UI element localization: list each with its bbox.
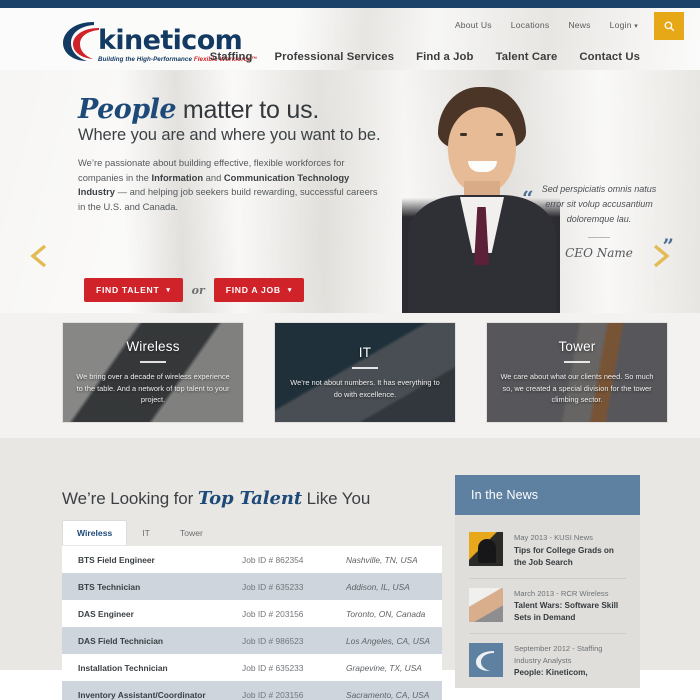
util-nav-locations[interactable]: Locations [511, 20, 550, 30]
news-meta: May 2013 - KUSI News [514, 533, 593, 542]
hero-person-photo [402, 73, 560, 313]
job-title: Installation Technician [78, 662, 168, 673]
site-header: kineticom Building the High-Performance … [0, 8, 700, 70]
testimonial-text: Sed perspiciatis omnis natus error sit v… [541, 184, 657, 224]
news-title[interactable]: Tips for College Grads on the Job Search [514, 545, 626, 569]
carousel-prev-arrow-icon[interactable] [28, 242, 50, 270]
job-location: Addison, IL, USA [346, 581, 410, 592]
find-a-job-button[interactable]: FIND A JOB ▾ [213, 278, 305, 302]
service-card-it[interactable]: IT We’re not about numbers. It has every… [274, 322, 456, 423]
tab-it[interactable]: IT [127, 520, 165, 545]
job-listing-table: BTS Field Engineer Job ID # 862354 Nashv… [62, 546, 442, 700]
job-id: Job ID # 203156 [242, 608, 304, 619]
table-row[interactable]: BTS Technician Job ID # 635233 Addison, … [62, 573, 442, 600]
service-card-divider [140, 361, 166, 364]
tab-tower[interactable]: Tower [165, 520, 218, 545]
carousel-next-arrow-icon[interactable] [650, 242, 672, 270]
chevron-down-icon: ▾ [634, 23, 638, 30]
util-nav-login[interactable]: Login ▾ [610, 20, 638, 30]
service-card-description: We care about what our clients need. So … [500, 372, 654, 405]
nav-professional-services[interactable]: Professional Services [275, 51, 395, 63]
service-card-title: IT [358, 345, 372, 360]
job-id: Job ID # 635233 [242, 581, 304, 592]
job-id: Job ID # 203156 [242, 689, 304, 700]
job-location: Grapevine, TX, USA [346, 662, 422, 673]
hero-subtitle: Where you are and where you want to be. [78, 126, 381, 144]
list-item[interactable]: September 2012 - Staffing Industry Analy… [469, 633, 626, 688]
testimonial-author: CEO Name [565, 246, 633, 260]
table-row[interactable]: Installation Technician Job ID # 635233 … [62, 654, 442, 681]
testimonial-divider [588, 237, 610, 238]
tab-wireless[interactable]: Wireless [62, 520, 128, 545]
hero-testimonial: “ ” Sed perspiciatis omnis natus error s… [522, 182, 674, 260]
job-title: BTS Field Engineer [78, 554, 155, 565]
hero-button-row: FIND TALENT ▾ or FIND A JOB ▾ [84, 278, 305, 302]
service-card-divider [564, 361, 590, 364]
job-title: DAS Engineer [78, 608, 134, 619]
util-nav-about-us[interactable]: About Us [455, 20, 492, 30]
job-title: Inventory Assistant/Coordinator [78, 689, 206, 700]
quote-open-icon: “ [522, 186, 534, 210]
search-icon [664, 21, 674, 31]
main-nav: Staffing Professional Services Find a Jo… [210, 51, 640, 63]
in-the-news-widget: In the News May 2013 - KUSI News Tips fo… [455, 475, 640, 688]
news-widget-heading: In the News [455, 475, 640, 515]
job-title: DAS Field Technician [78, 635, 164, 646]
kineticom-logo-thumbnail [469, 643, 503, 677]
table-row[interactable]: DAS Field Technician Job ID # 986523 Los… [62, 627, 442, 654]
job-location: Sacramento, CA, USA [346, 689, 430, 700]
utility-nav: About Us Locations News Login ▾ [455, 20, 638, 30]
graduate-silhouette-thumbnail [469, 532, 503, 566]
hero-title: People matter to us. [78, 94, 320, 125]
table-row[interactable]: BTS Field Engineer Job ID # 862354 Nashv… [62, 546, 442, 573]
find-talent-button[interactable]: FIND TALENT ▾ [84, 278, 183, 302]
job-title: BTS Technician [78, 581, 141, 592]
service-card-description: We’re not about numbers. It has everythi… [290, 378, 440, 399]
job-location: Toronto, ON, Canada [346, 608, 426, 619]
job-location: Los Angeles, CA, USA [346, 635, 430, 646]
news-meta: March 2013 - RCR Wireless [514, 588, 609, 598]
service-card-divider [352, 367, 378, 369]
news-title[interactable]: Talent Wars: Software Skill Sets in Dema… [514, 600, 626, 624]
kineticom-swoosh-icon [476, 651, 494, 671]
service-card-title: Wireless [126, 339, 180, 355]
nav-staffing[interactable]: Staffing [210, 51, 253, 63]
service-cards-section: Wireless We bring over a decade of wirel… [0, 313, 700, 438]
nav-contact-us[interactable]: Contact Us [579, 51, 640, 63]
job-id: Job ID # 862354 [242, 554, 304, 565]
top-talent-heading: We’re Looking for Top Talent Like You [62, 488, 371, 509]
table-row[interactable]: DAS Engineer Job ID # 203156 Toronto, ON… [62, 600, 442, 627]
search-button[interactable] [654, 12, 684, 40]
service-card-description: We bring over a decade of wireless exper… [76, 372, 230, 405]
service-card-title: Tower [558, 339, 596, 355]
top-accent-bar [0, 0, 700, 8]
or-separator: or [191, 283, 205, 297]
news-title[interactable]: People: Kineticom, [514, 667, 626, 679]
nav-find-a-job[interactable]: Find a Job [416, 51, 473, 63]
list-item[interactable]: March 2013 - RCR Wireless Talent Wars: S… [469, 577, 626, 634]
news-meta: September 2012 - Staffing Industry Analy… [514, 644, 603, 665]
nav-talent-care[interactable]: Talent Care [496, 51, 558, 63]
job-id: Job ID # 986523 [242, 635, 304, 646]
job-id: Job ID # 635233 [242, 662, 304, 673]
service-card-wireless[interactable]: Wireless We bring over a decade of wirel… [62, 322, 244, 423]
chevron-down-icon: ▾ [287, 286, 293, 294]
table-row[interactable]: Inventory Assistant/Coordinator Job ID #… [62, 681, 442, 700]
util-nav-news[interactable]: News [568, 20, 590, 30]
chevron-down-icon: ▾ [166, 286, 171, 294]
service-card-tower[interactable]: Tower We care about what our clients nee… [486, 322, 668, 423]
list-item[interactable]: May 2013 - KUSI News Tips for College Gr… [469, 523, 626, 578]
hero-body-text: We’re passionate about building effectiv… [78, 157, 378, 212]
hero-carousel: People matter to us. Where you are and w… [0, 70, 700, 313]
hand-on-mouse-thumbnail [469, 587, 503, 622]
job-category-tabs: Wireless IT Tower [62, 520, 218, 545]
job-location: Nashville, TN, USA [346, 554, 418, 565]
top-talent-section: We’re Looking for Top Talent Like You Wi… [0, 438, 700, 700]
